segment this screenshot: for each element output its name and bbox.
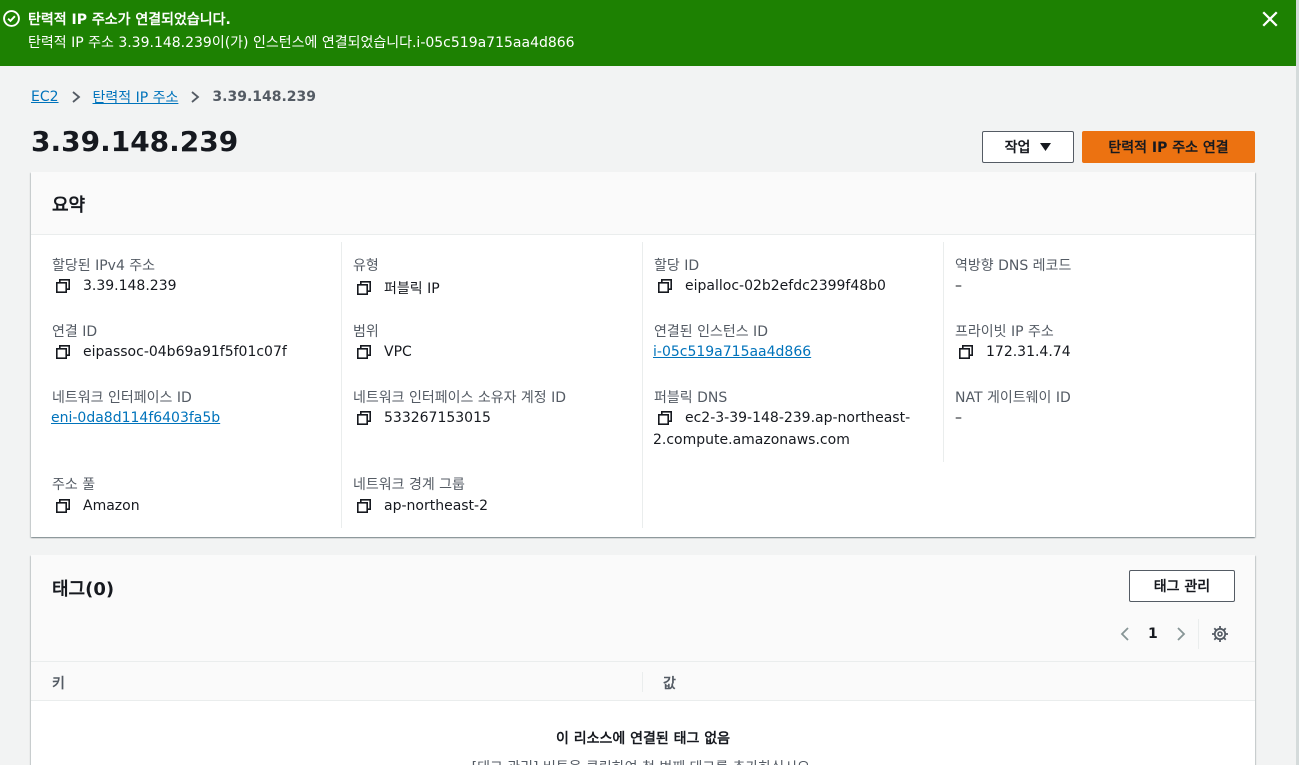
eni-id-link[interactable]: eni-0da8d114f6403fa5b: [51, 410, 220, 426]
allocated-ipv4-value: 3.39.148.239: [56, 278, 177, 294]
copy-icon[interactable]: [56, 345, 70, 359]
network-border-value: ap-northeast-2: [357, 498, 488, 514]
copy-icon[interactable]: [658, 411, 672, 425]
chevron-right-icon: [191, 91, 200, 103]
copy-icon[interactable]: [357, 281, 371, 295]
summary-panel: 요약 할당된 IPv4 주소 3.39.148.239 연결 ID eipass…: [31, 172, 1255, 537]
network-border-label: 네트워크 경계 그룹: [353, 477, 465, 493]
nat-gateway-value: –: [955, 410, 962, 426]
address-pool-label: 주소 풀: [52, 477, 96, 493]
copy-icon[interactable]: [357, 499, 371, 513]
type-label: 유형: [353, 258, 379, 274]
empty-state-title: 이 리소스에 연결된 태그 없음: [555, 731, 731, 747]
gear-icon[interactable]: [1211, 625, 1229, 643]
eni-owner-value: 533267153015: [357, 410, 491, 426]
copy-icon[interactable]: [56, 499, 70, 513]
column-divider[interactable]: [642, 672, 643, 692]
breadcrumb-current: 3.39.148.239: [212, 89, 317, 105]
actions-label: 작업: [1004, 140, 1031, 156]
close-icon[interactable]: [1261, 10, 1279, 28]
instance-id-link[interactable]: i-05c519a715aa4d866: [653, 344, 811, 360]
private-ip-label: 프라이빗 IP 주소: [955, 324, 1054, 340]
check-circle-icon: [3, 10, 20, 27]
empty-state-subtitle: [태그 관리] 버튼을 클릭하여 첫 번째 태그를 추가하십시오.: [31, 757, 1255, 765]
public-dns-label: 퍼블릭 DNS: [654, 390, 728, 406]
copy-icon[interactable]: [959, 345, 973, 359]
summary-header: 요약: [31, 172, 1255, 235]
breadcrumb: EC2 탄력적 IP 주소 3.39.148.239: [31, 87, 316, 107]
copy-icon[interactable]: [357, 345, 371, 359]
allocation-id-value: eipalloc-02b2efdc2399f48b0: [658, 278, 886, 294]
flash-title: 탄력적 IP 주소가 연결되었습니다.: [28, 12, 231, 28]
copy-icon[interactable]: [658, 279, 672, 293]
association-id-text: eipassoc-04b69a91f5f01c07f: [83, 344, 287, 360]
chevron-right-icon[interactable]: [1176, 627, 1186, 641]
association-id-value: eipassoc-04b69a91f5f01c07f: [56, 344, 287, 360]
chevron-right-icon: [71, 91, 80, 103]
public-dns-value-cont: 2.compute.amazonaws.com: [653, 432, 850, 448]
tags-title: 태그(0): [52, 579, 115, 600]
allocation-id-label: 할당 ID: [654, 258, 700, 274]
page-title: 3.39.148.239: [31, 125, 239, 158]
eni-owner-label: 네트워크 인터페이스 소유자 계정 ID: [353, 390, 567, 406]
eni-owner-text: 533267153015: [384, 410, 491, 426]
private-ip-value: 172.31.4.74: [959, 344, 1071, 360]
tags-header: [31, 555, 1255, 662]
reverse-dns-value: –: [955, 278, 962, 294]
column-divider: [341, 242, 342, 528]
breadcrumb-ec2[interactable]: EC2: [31, 89, 59, 105]
caret-down-icon: [1040, 143, 1052, 151]
scope-text: VPC: [384, 344, 412, 360]
copy-icon[interactable]: [357, 411, 371, 425]
associate-eip-button[interactable]: 탄력적 IP 주소 연결: [1082, 131, 1255, 163]
eni-id-label: 네트워크 인터페이스 ID: [52, 390, 192, 406]
flash-message: 탄력적 IP 주소 3.39.148.239이(가) 인스턴스에 연결되었습니다…: [28, 35, 575, 51]
type-text: 퍼블릭 IP: [384, 281, 440, 297]
column-key: 키: [52, 676, 65, 692]
copy-icon[interactable]: [56, 279, 70, 293]
pagination: 1: [1120, 619, 1229, 649]
type-value: 퍼블릭 IP: [357, 278, 440, 298]
success-flashbar: 탄력적 IP 주소가 연결되었습니다. 탄력적 IP 주소 3.39.148.2…: [0, 0, 1296, 66]
pager-divider: [1197, 619, 1199, 649]
allocated-ipv4-label: 할당된 IPv4 주소: [52, 258, 156, 274]
manage-tags-button[interactable]: 태그 관리: [1129, 570, 1235, 602]
scope-value: VPC: [357, 344, 412, 360]
allocated-ipv4-text: 3.39.148.239: [83, 278, 177, 294]
address-pool-value: Amazon: [56, 498, 140, 514]
column-divider: [943, 242, 944, 462]
address-pool-text: Amazon: [83, 498, 140, 514]
column-divider: [642, 242, 643, 528]
column-value: 값: [663, 676, 676, 692]
network-border-text: ap-northeast-2: [384, 498, 489, 514]
summary-title: 요약: [52, 195, 86, 216]
tags-panel: 태그(0) 태그 관리 1 키 값 이 리소스에 연결된 태그 없음 [태그 관…: [31, 555, 1255, 765]
nat-gateway-label: NAT 게이트웨이 ID: [955, 390, 1071, 406]
chevron-left-icon[interactable]: [1120, 627, 1130, 641]
page-number[interactable]: 1: [1148, 626, 1158, 642]
association-id-label: 연결 ID: [52, 324, 98, 340]
reverse-dns-label: 역방향 DNS 레코드: [955, 258, 1072, 274]
public-dns-value: ec2-3-39-148-239.ap-northeast-: [658, 410, 910, 426]
instance-id-label: 연결된 인스턴스 ID: [654, 324, 768, 340]
breadcrumb-elastic-ips[interactable]: 탄력적 IP 주소: [93, 87, 179, 107]
private-ip-text: 172.31.4.74: [986, 344, 1071, 360]
table-header: 키 값: [31, 662, 1255, 701]
actions-dropdown-button[interactable]: 작업: [982, 131, 1074, 163]
public-dns-text-line1: ec2-3-39-148-239.ap-northeast-: [685, 410, 911, 426]
allocation-id-text: eipalloc-02b2efdc2399f48b0: [685, 278, 886, 294]
public-dns-text-line2: 2.compute.amazonaws.com: [653, 432, 850, 448]
scope-label: 범위: [353, 324, 379, 340]
